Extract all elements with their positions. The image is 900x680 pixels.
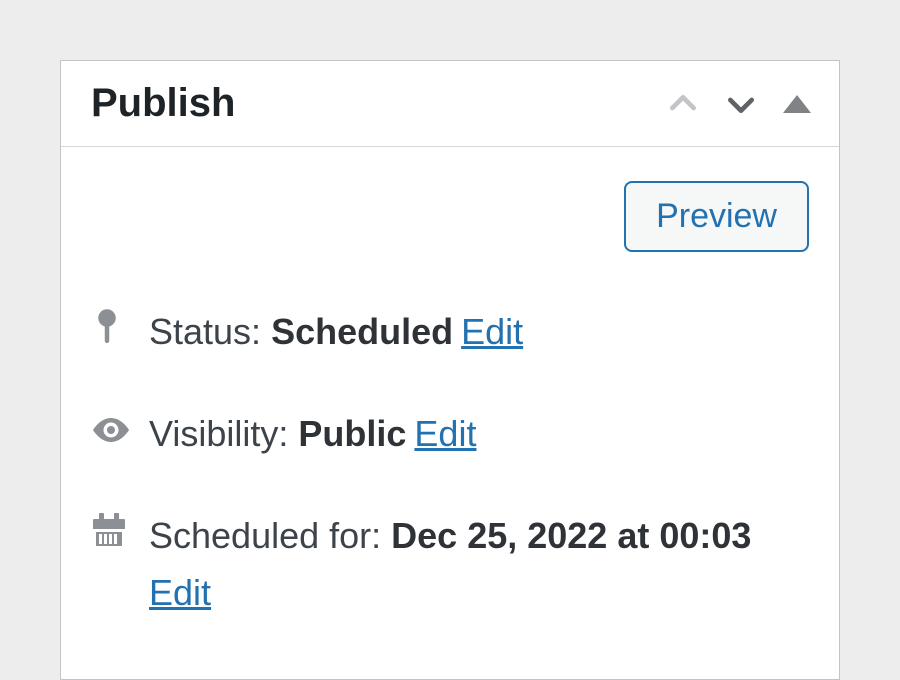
eye-icon <box>91 408 139 452</box>
visibility-label: Visibility: <box>149 413 298 454</box>
status-row: Status: ScheduledEdit <box>91 306 809 358</box>
collapse-toggle-icon[interactable] <box>783 95 811 113</box>
visibility-row: Visibility: PublicEdit <box>91 408 809 460</box>
move-up-icon[interactable] <box>667 88 699 120</box>
status-label: Status: <box>149 311 271 352</box>
edit-schedule-link[interactable]: Edit <box>149 567 809 619</box>
preview-button[interactable]: Preview <box>624 181 809 252</box>
publish-panel-body: Preview Status: ScheduledEdit Visibility… <box>61 147 839 679</box>
preview-row: Preview <box>91 181 809 252</box>
publish-panel-header: Publish <box>61 61 839 147</box>
calendar-icon <box>91 510 139 554</box>
publish-panel: Publish Preview Status: ScheduledEdit <box>60 60 840 680</box>
schedule-row: Scheduled for: Dec 25, 2022 at 00:03 Edi… <box>91 510 809 618</box>
status-value: Scheduled <box>271 311 453 352</box>
schedule-value: Dec 25, 2022 at 00:03 <box>391 515 751 556</box>
move-down-icon[interactable] <box>725 88 757 120</box>
schedule-label: Scheduled for: <box>149 515 391 556</box>
edit-visibility-link[interactable]: Edit <box>414 413 476 454</box>
visibility-value: Public <box>298 413 406 454</box>
panel-header-controls <box>667 88 811 120</box>
edit-status-link[interactable]: Edit <box>461 311 523 352</box>
pin-icon <box>91 306 139 350</box>
panel-title: Publish <box>91 81 235 126</box>
